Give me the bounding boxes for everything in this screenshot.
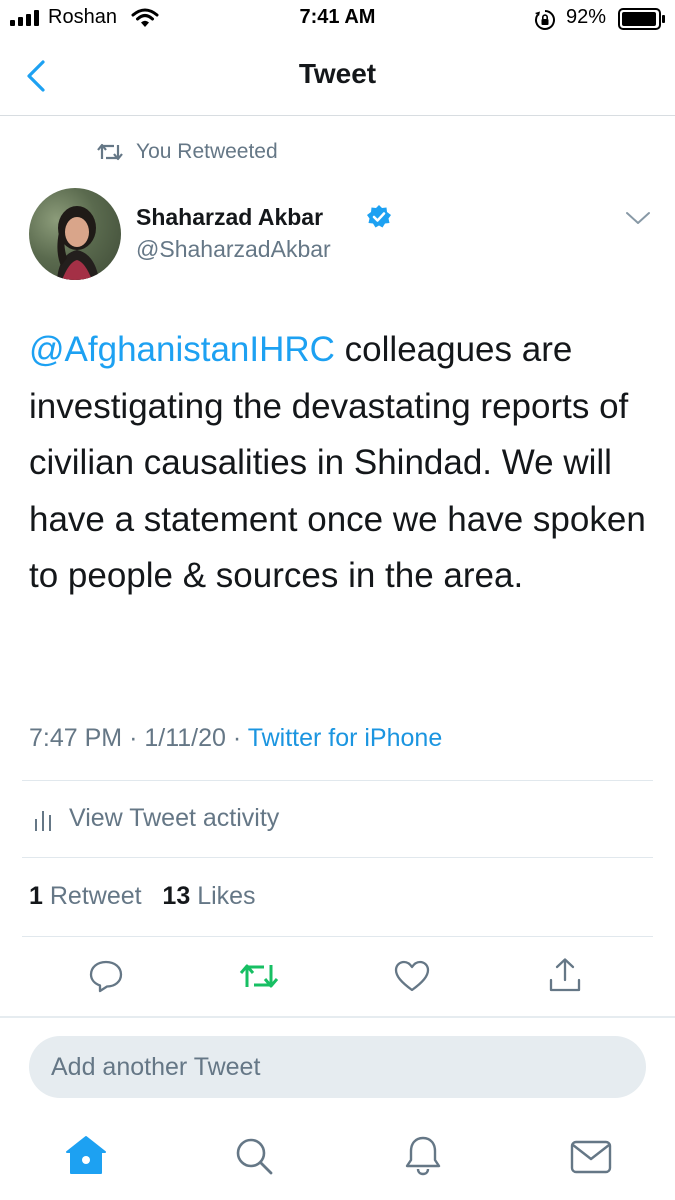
tweet-meta: 7:47 PM · 1/11/20 · Twitter for iPhone <box>29 724 442 753</box>
activity-bars-icon <box>34 811 52 831</box>
reply-icon[interactable] <box>88 958 124 994</box>
like-icon[interactable] <box>393 959 431 993</box>
author-name[interactable]: Shaharzad Akbar <box>136 204 323 231</box>
author-handle[interactable]: @ShaharzadAkbar <box>136 236 331 263</box>
retweet-notice: You Retweeted <box>136 140 278 163</box>
retweet-small-icon <box>96 141 124 163</box>
retweet-label: Retweet <box>49 882 142 910</box>
meta-separator: · <box>232 724 242 752</box>
notifications-icon[interactable] <box>403 1134 443 1176</box>
verified-badge-icon <box>366 204 392 230</box>
tweet-source-link[interactable]: Twitter for iPhone <box>248 724 443 752</box>
divider <box>22 857 653 858</box>
nav-divider <box>0 115 675 116</box>
engagement-stats: 1 Retweet 13 Likes <box>29 882 256 911</box>
orientation-lock-icon <box>534 9 556 31</box>
view-tweet-activity-label[interactable]: View Tweet activity <box>69 804 279 833</box>
messages-icon[interactable] <box>570 1140 612 1174</box>
tweet-options-chevron-down-icon[interactable] <box>625 210 651 226</box>
divider <box>22 936 653 937</box>
tweet-date: 1/11/20 <box>144 724 226 752</box>
share-icon[interactable] <box>546 956 584 994</box>
likes-stat[interactable]: 13 Likes <box>162 882 255 910</box>
like-label: Likes <box>197 882 256 910</box>
retweets-stat[interactable]: 1 Retweet <box>29 882 142 910</box>
avatar[interactable] <box>29 188 121 280</box>
tweet-body: colleagues are investigating the devasta… <box>29 330 646 595</box>
retweet-icon[interactable] <box>238 960 280 992</box>
divider <box>22 780 653 781</box>
battery-icon <box>618 8 666 30</box>
retweet-count: 1 <box>29 882 43 910</box>
home-icon[interactable] <box>64 1134 108 1176</box>
mention-link[interactable]: @AfghanistanIHRC <box>29 330 335 369</box>
tweet-text: @AfghanistanIHRC colleagues are investig… <box>29 322 649 605</box>
section-divider <box>0 1016 675 1018</box>
battery-percent: 92% <box>566 6 607 28</box>
search-icon[interactable] <box>234 1136 274 1176</box>
add-another-tweet-input[interactable] <box>29 1036 646 1098</box>
status-bar: Roshan 7:41 AM 92% <box>0 0 675 40</box>
like-count: 13 <box>162 882 191 910</box>
meta-separator: · <box>129 724 138 752</box>
page-title: Tweet <box>298 58 377 89</box>
tweet-time: 7:47 PM <box>29 724 123 752</box>
